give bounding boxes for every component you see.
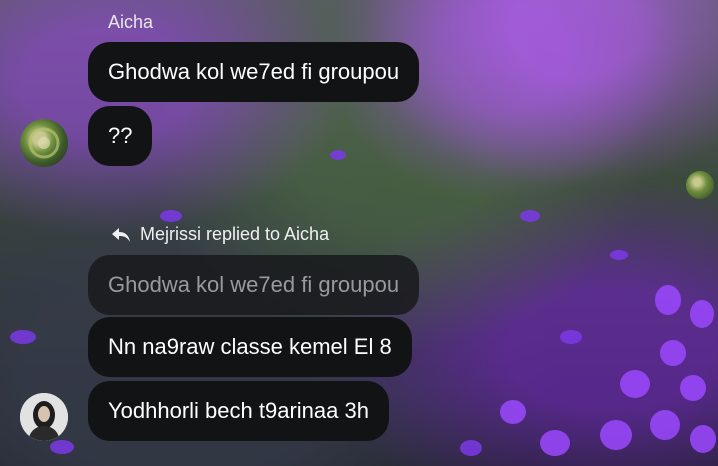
reply-label-text: Mejrissi replied to Aicha <box>140 224 330 244</box>
read-receipt-avatar <box>686 171 714 199</box>
message-bubble[interactable]: Ghodwa kol we7ed fi groupou <box>88 42 420 102</box>
message-bubble[interactable]: ?? <box>88 106 153 166</box>
chat-background: { "messages": { "sender_name": "Aicha", … <box>0 0 718 466</box>
sender-avatar[interactable] <box>20 119 68 167</box>
sender-avatar[interactable] <box>20 393 68 441</box>
sender-name: Aicha <box>108 12 154 32</box>
message-bubble[interactable]: Yodhhorli bech t9arinaa 3h <box>88 381 389 441</box>
quoted-message[interactable]: Ghodwa kol we7ed fi groupou <box>88 255 420 315</box>
message-bubble[interactable]: Nn na9raw classe kemel El 8 <box>88 317 412 377</box>
reply-arrow-icon <box>112 227 130 242</box>
avatar-image <box>20 393 68 441</box>
reply-indicator: Mejrissi replied to Aicha <box>110 224 329 245</box>
avatar-image <box>28 127 60 159</box>
